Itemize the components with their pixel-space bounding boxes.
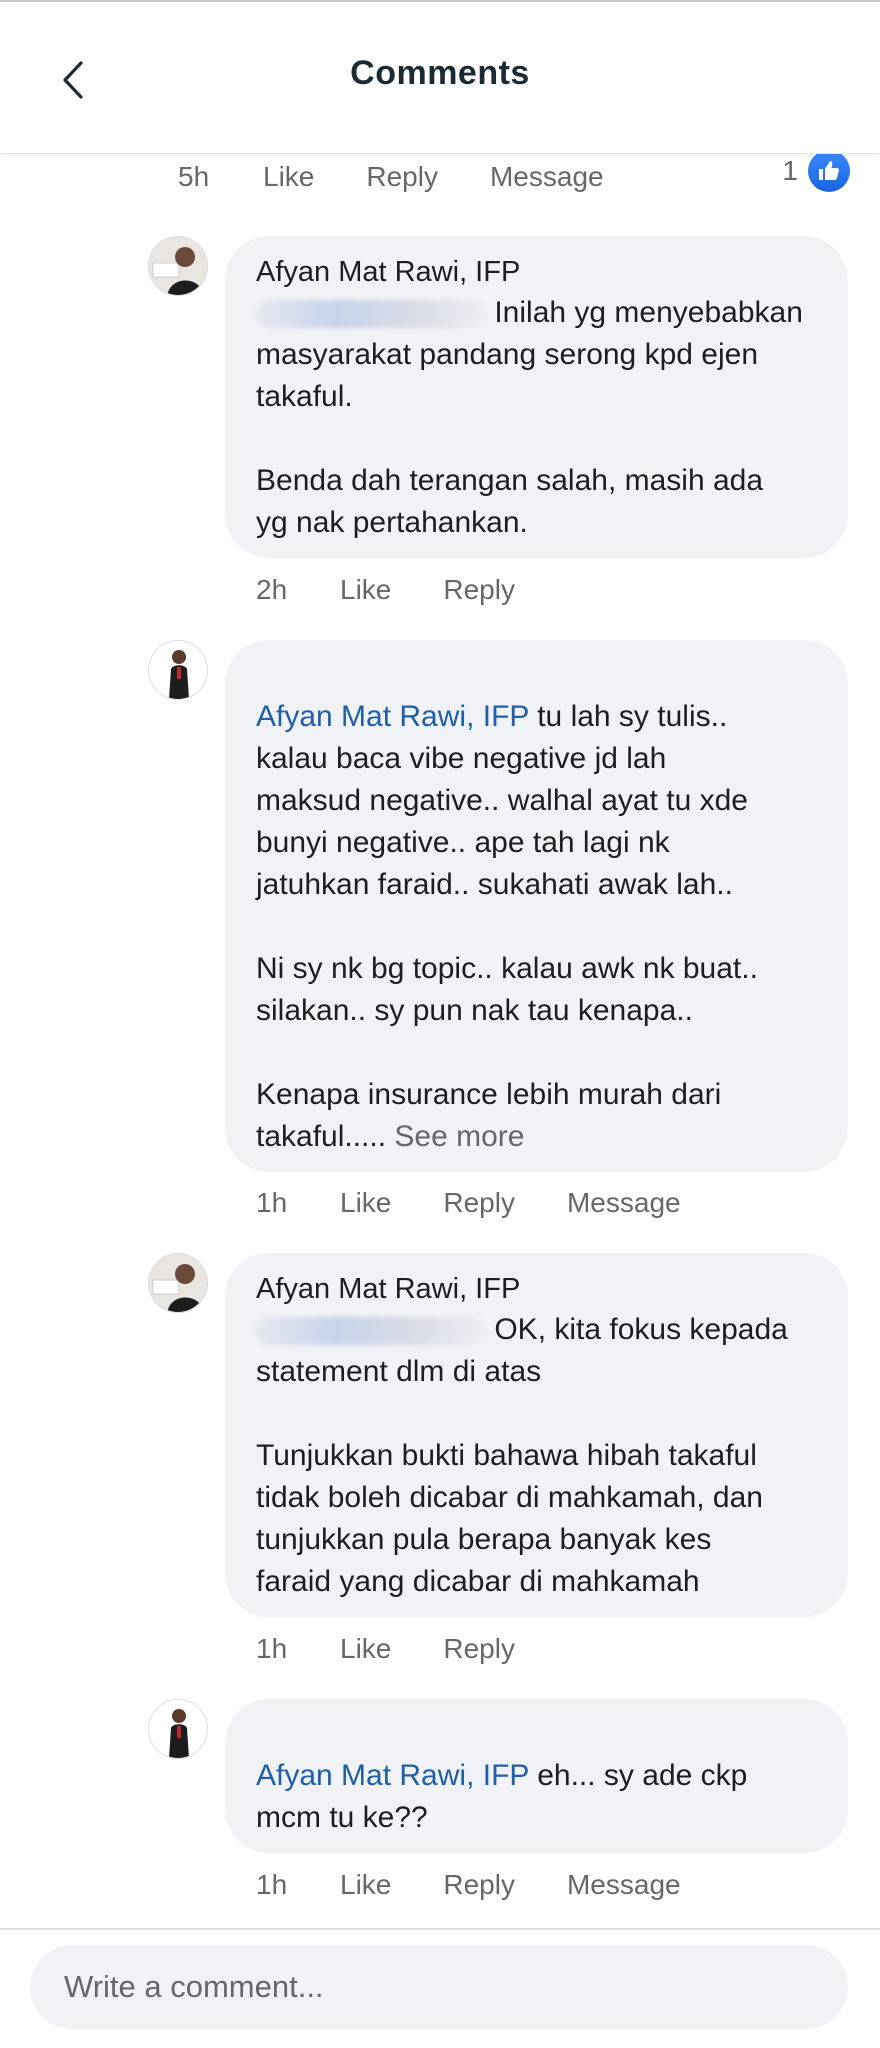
comment-bubble: Afyan Mat Rawi, IFP tu lah sy tulis.. ka… [225,640,848,1172]
comment-mention[interactable]: Afyan Mat Rawi, IFP [256,700,529,733]
comments-header: Comments [0,2,880,154]
comment-time: 1h [256,1633,288,1664]
avatar[interactable] [148,640,208,700]
avatar[interactable] [148,1699,208,1759]
comment-time: 1h [256,1187,288,1218]
like-button[interactable]: Like [340,1187,391,1219]
previous-comment-actions: 5h Like Reply Message [178,157,656,197]
comment-actions: 1h Like Reply [256,1629,567,1669]
reply-button[interactable]: Reply [366,161,438,193]
like-button[interactable]: Like [263,161,314,193]
comment-input[interactable]: Write a comment... [30,1945,848,2029]
comment-actions: 2h Like Reply [256,570,567,610]
reply-button[interactable]: Reply [443,1869,515,1901]
reply-button[interactable]: Reply [443,1633,515,1665]
comment-bubble: Afyan Mat Rawi, IFP OK, kita fokus kepad… [225,1253,848,1617]
reaction-count: 1 [782,155,798,186]
comment-text-body: kalau baca vibe negative jd lah maksud n… [256,742,758,1153]
thumbs-up-icon [808,150,850,192]
reply-button[interactable]: Reply [443,1187,515,1219]
comment-time: 1h [256,1869,288,1900]
comment-text-line1: eh... sy ade ckp [528,1759,748,1792]
comment-text: Inilah yg menyebabkan masyarakat pandang… [256,292,818,544]
comment-text-line1: Inilah yg menyebabkan [494,296,803,329]
comment-text-body: masyarakat pandang serong kpd ejen takaf… [256,338,764,539]
comment-text-body: statement dlm di atas Tunjukkan bukti ba… [256,1355,763,1598]
comment-author[interactable]: Afyan Mat Rawi, IFP [256,1269,818,1309]
message-button[interactable]: Message [567,1187,681,1219]
reaction-summary[interactable]: 1 [782,150,850,192]
reply-button[interactable]: Reply [443,574,515,606]
comment-time: 2h [256,574,288,605]
composer-divider [0,1928,880,1930]
comment-bubble: Afyan Mat Rawi, IFP eh... sy ade ckp mcm… [225,1699,848,1853]
comment-text: Afyan Mat Rawi, IFP tu lah sy tulis.. ka… [256,696,818,1158]
message-button[interactable]: Message [490,161,604,193]
like-button[interactable]: Like [340,1633,391,1665]
like-button[interactable]: Like [340,1869,391,1901]
comment-author[interactable]: Afyan Mat Rawi, IFP [256,252,818,292]
like-button[interactable]: Like [340,574,391,606]
comment-bubble: Afyan Mat Rawi, IFP Inilah yg menyebabka… [225,236,848,558]
comment-text-line1: tu lah sy tulis.. [528,700,728,733]
comment-actions: 1h Like Reply Message [256,1183,733,1223]
avatar[interactable] [148,236,208,296]
message-button[interactable]: Message [567,1869,681,1901]
comment-text: OK, kita fokus kepada statement dlm di a… [256,1309,818,1603]
see-more-link[interactable]: See more [394,1120,524,1153]
comment-mention[interactable]: Afyan Mat Rawi, IFP [256,1759,529,1792]
redacted-mention [256,300,486,329]
avatar[interactable] [148,1253,208,1313]
comment-text-line1: OK, kita fokus kepada [494,1313,788,1346]
page-title: Comments [350,54,530,92]
comment-text-body: mcm tu ke?? [256,1801,428,1834]
comment-time: 5h [178,161,210,192]
redacted-mention [256,1317,486,1346]
comment-actions: 1h Like Reply Message [256,1865,733,1905]
comment-text: Afyan Mat Rawi, IFP eh... sy ade ckp mcm… [256,1755,818,1839]
